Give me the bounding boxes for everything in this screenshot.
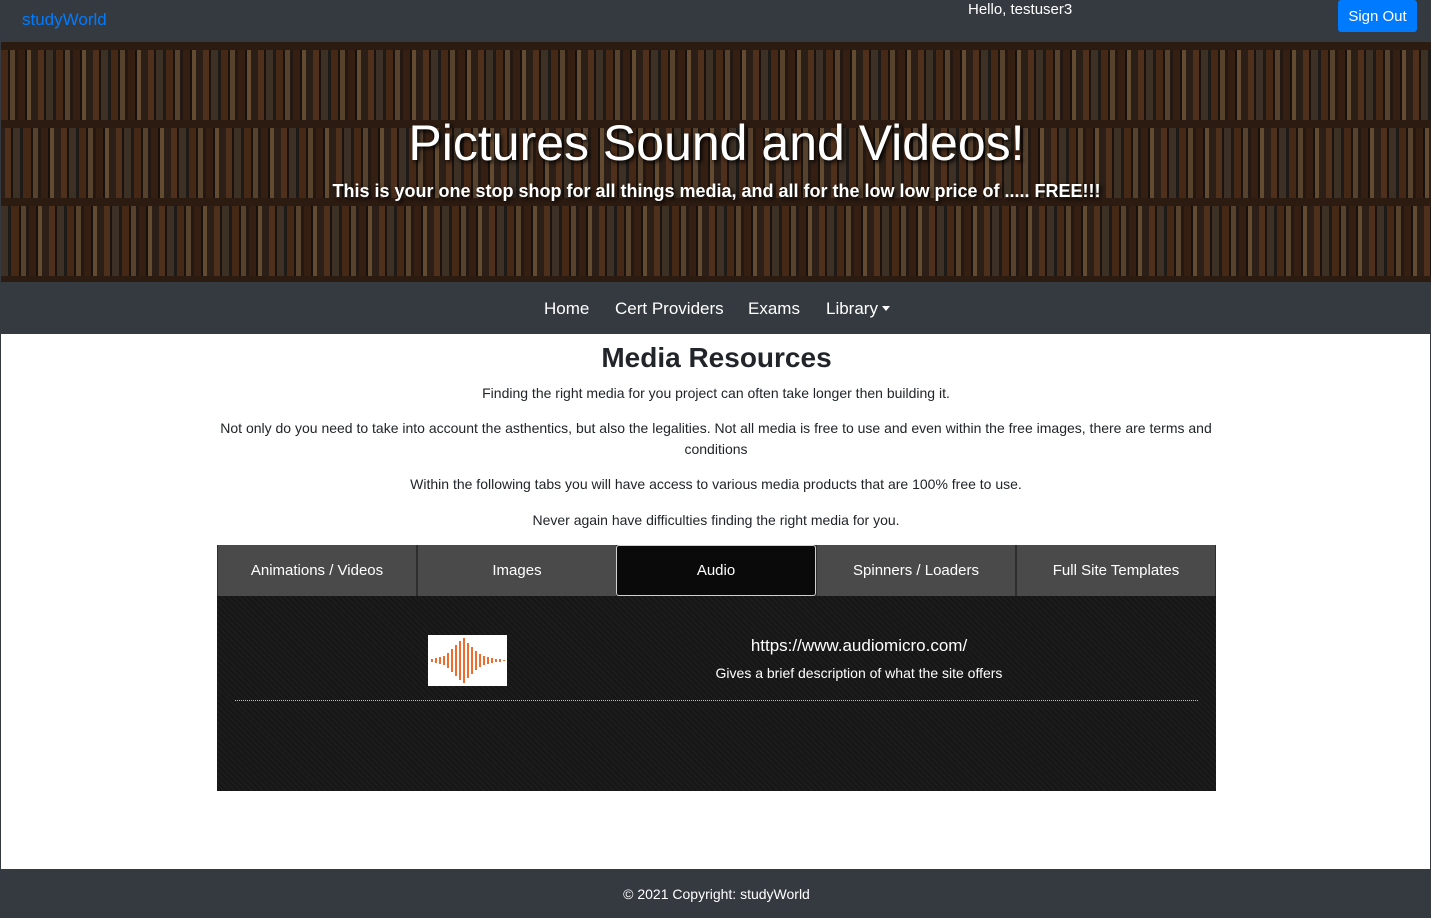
main-nav: Home Cert Providers Exams Library [1, 282, 1431, 334]
waveform-graphic [431, 638, 505, 683]
nav-item-library-label: Library [826, 299, 878, 318]
audio-waveform-icon[interactable] [428, 635, 507, 686]
audiomicro-link[interactable]: https://www.audiomicro.com/ [659, 636, 1059, 656]
caret-down-icon [881, 306, 890, 311]
nav-item-library-dropdown[interactable]: Library [826, 299, 890, 319]
brand-link[interactable]: studyWorld [22, 10, 107, 30]
footer: © 2021 Copyright: studyWorld [1, 869, 1431, 918]
audio-tab-panel: https://www.audiomicro.com/ Gives a brie… [217, 596, 1216, 791]
tab-animations-videos[interactable]: Animations / Videos [217, 545, 417, 596]
nav-item-home[interactable]: Home [544, 299, 589, 319]
intro-paragraph: Finding the right media for you project … [482, 385, 950, 401]
nav-item-cert-providers[interactable]: Cert Providers [615, 299, 724, 319]
site-description: Gives a brief description of what the si… [715, 665, 1003, 681]
media-tabs: Animations / Videos Images Audio Spinner… [217, 545, 1216, 596]
user-greeting: Hello, testuser3 [968, 1, 1073, 18]
intro-paragraph: Never again have difficulties finding th… [532, 512, 900, 528]
intro-paragraph: Not only do you need to take into accoun… [220, 420, 1212, 457]
sign-out-button[interactable]: Sign Out [1338, 0, 1417, 32]
tab-spinners-loaders[interactable]: Spinners / Loaders [816, 545, 1016, 596]
tab-images[interactable]: Images [417, 545, 617, 596]
page-title: Media Resources [601, 342, 832, 373]
dotted-divider [235, 700, 1198, 701]
hero-subtitle: This is your one stop shop for all thing… [332, 181, 1101, 201]
top-navbar: studyWorld Hello, testuser3 Sign Out [1, 0, 1431, 42]
intro-paragraph: Within the following tabs you will have … [410, 476, 1022, 492]
hero-title: Pictures Sound and Videos! [408, 115, 1025, 171]
copyright-text: © 2021 Copyright: studyWorld [623, 885, 810, 902]
hero-banner: Pictures Sound and Videos! This is your … [1, 42, 1431, 282]
tab-full-site-templates[interactable]: Full Site Templates [1016, 545, 1216, 596]
nav-item-exams[interactable]: Exams [748, 299, 800, 319]
tab-audio[interactable]: Audio [616, 545, 816, 596]
